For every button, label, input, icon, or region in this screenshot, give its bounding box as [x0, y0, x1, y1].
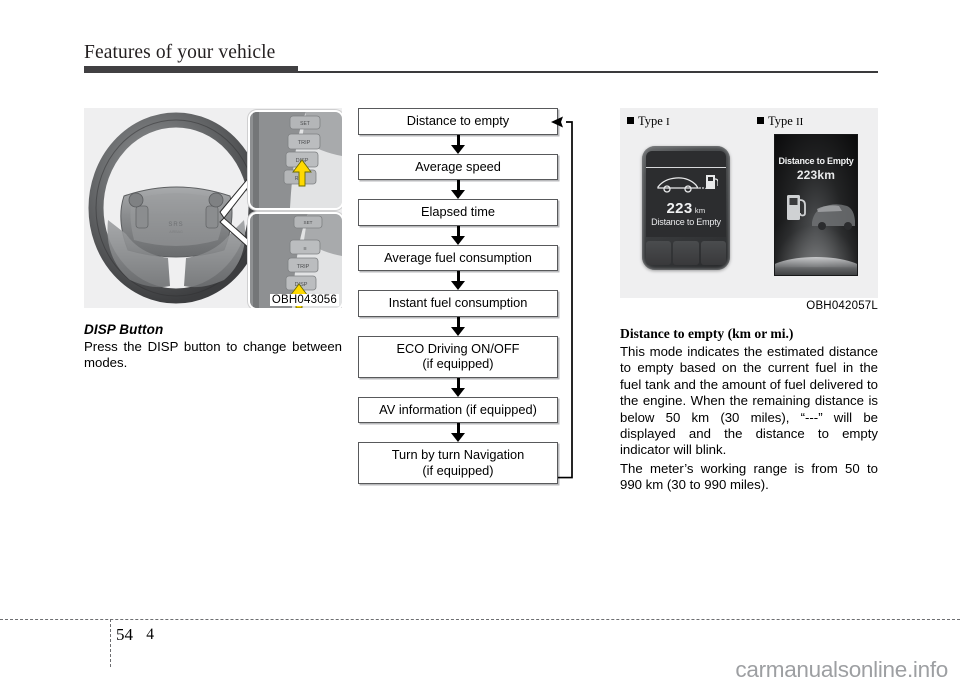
flow-step-instant-fuel-consumption: Instant fuel consumption: [358, 290, 558, 317]
svg-text:≡: ≡: [303, 246, 306, 252]
flow-step-label: Average fuel consumption: [384, 249, 532, 265]
flow-step-label: Instant fuel consumption: [388, 295, 528, 310]
type-2-label: Type II: [757, 114, 803, 129]
distance-to-empty-figure: Type I 223 km Distance to Empty Type II …: [620, 108, 878, 298]
flow-step-average-speed: Average speed: [358, 153, 558, 180]
inset-panel-upper: SET TRIP DISP RES: [248, 110, 342, 210]
disp-button-heading: DISP Button: [84, 322, 164, 337]
flow-step-label: ECO Driving ON/OFF: [396, 340, 520, 356]
footer-divider: [0, 619, 960, 621]
flow-arrow-6: [358, 377, 558, 397]
page-title: Features of your vehicle: [84, 42, 276, 63]
square-bullet-icon: [757, 117, 764, 124]
mode-flowchart-column: Distance to empty Average speed Elapsed …: [358, 108, 578, 484]
square-bullet-icon: [627, 117, 634, 124]
type-1-caption: Distance to Empty: [651, 217, 721, 227]
type-1-screen: 223 km Distance to Empty: [646, 151, 726, 237]
svg-text:SRS: SRS: [168, 222, 183, 228]
distance-to-empty-paragraph-1: This mode indicates the estimated distan…: [620, 344, 878, 458]
type-1-value: 223 km: [666, 200, 706, 217]
type-2-panel: Type II Distance to Empty 223km: [750, 108, 878, 298]
disp-mode-flowchart: Distance to empty Average speed Elapsed …: [358, 108, 578, 484]
flow-step-elapsed-time: Elapsed time: [358, 199, 558, 226]
fuel-pump-icon: [787, 195, 806, 220]
steering-wheel-figure: SRS AIRBAG SET TRIP SET ≡ TRIP DISP OBH0…: [84, 108, 342, 308]
header-rule-thick: [84, 66, 298, 73]
type-2-title: Distance to Empty: [778, 156, 854, 166]
header-rule: [84, 66, 878, 74]
flow-step-eco-driving: ECO Driving ON/OFF (if equipped): [358, 335, 558, 378]
right-column: Type I 223 km Distance to Empty Type II …: [620, 108, 878, 494]
flow-step-sublabel: (if equipped): [422, 462, 494, 478]
flow-arrow-5: [358, 316, 558, 336]
site-watermark: carmanualsonline.info: [735, 657, 948, 682]
flow-arrow-3: [358, 225, 558, 245]
page-number: 54: [116, 625, 133, 644]
flow-step-turn-by-turn-navigation: Turn by turn Navigation (if equipped): [358, 442, 558, 484]
car-to-fuel-pump-icon: [657, 175, 718, 193]
flow-step-average-fuel-consumption: Average fuel consumption: [358, 244, 558, 271]
flow-step-sublabel: (if equipped): [422, 356, 494, 371]
flow-arrow-4: [358, 271, 558, 290]
header-rule-thin: [298, 71, 878, 73]
svg-text:SET: SET: [304, 220, 313, 225]
flow-arrow-7: [358, 423, 558, 442]
flow-step-distance-to-empty: Distance to empty: [358, 108, 558, 135]
type-2-cluster-display: Distance to Empty 223km: [774, 134, 858, 276]
inset-panel-lower: SET ≡ TRIP DISP OBH043056: [248, 212, 342, 308]
right-figure-caption: OBH042057L: [806, 300, 878, 312]
type-1-cluster-display: 223 km Distance to Empty: [642, 146, 730, 270]
page-header: Features of your vehicle: [84, 42, 878, 76]
distance-to-empty-paragraph-2: The meter’s working range is from 50 to …: [620, 460, 878, 493]
svg-text:TRIP: TRIP: [297, 264, 310, 270]
distance-to-empty-heading: Distance to empty (km or mi.): [620, 326, 794, 341]
type-1-bottom-tabs: [646, 241, 726, 265]
flow-step-av-information: AV information (if equipped): [358, 396, 558, 423]
flow-step-label: Turn by turn Navigation: [391, 447, 525, 462]
flow-step-label: Elapsed time: [421, 204, 495, 219]
type-1-panel: Type I 223 km Distance to Empty: [620, 108, 748, 298]
flow-arrow-1: [358, 134, 558, 154]
type-1-label: Type I: [627, 114, 670, 129]
svg-text:TRIP: TRIP: [298, 140, 311, 146]
flow-step-label: Distance to empty: [406, 113, 510, 128]
flow-step-label: Average speed: [415, 158, 501, 174]
type-1-screen-divider: [646, 167, 726, 169]
type-2-horizon-arc: [775, 257, 857, 275]
flow-loopback-connector: [558, 108, 578, 484]
svg-text:SET: SET: [300, 121, 310, 127]
car-silhouette-icon: [812, 204, 855, 230]
disp-button-paragraph: Press the DISP button to change between …: [84, 339, 342, 371]
left-figure-caption: OBH043056: [269, 294, 339, 306]
svg-text:AIRBAG: AIRBAG: [169, 230, 183, 234]
flow-loopback-arrowhead: [551, 116, 563, 128]
inset-upper-illustration: SET TRIP DISP RES: [250, 112, 342, 208]
flow-step-label: AV information (if equipped): [379, 401, 537, 417]
left-column: SRS AIRBAG SET TRIP SET ≡ TRIP DISP OBH0…: [84, 108, 342, 372]
flow-arrow-2: [358, 180, 558, 199]
type-2-value: 223km: [796, 168, 836, 182]
